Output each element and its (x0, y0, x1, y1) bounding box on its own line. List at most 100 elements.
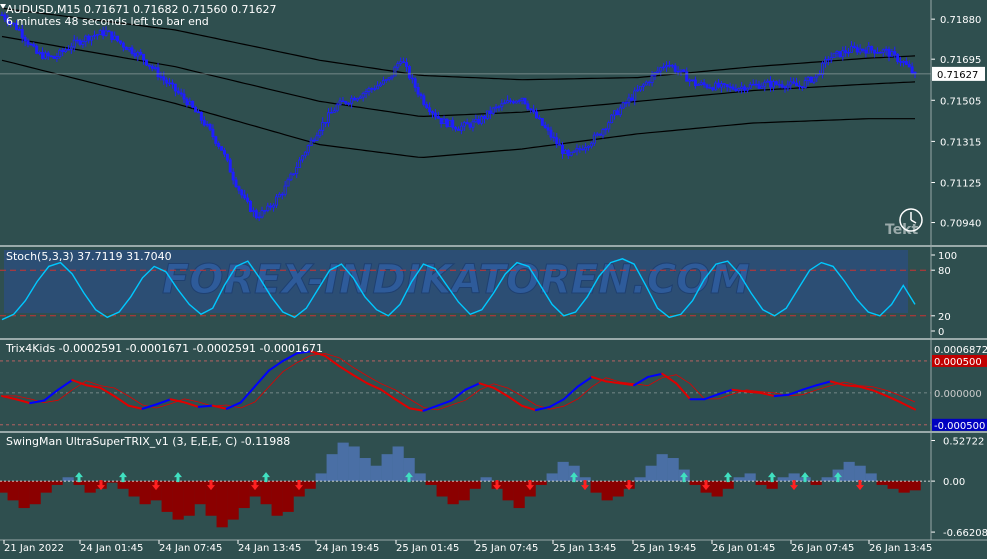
trix-main-segment (815, 380, 832, 387)
candle (809, 76, 813, 84)
candle-body (58, 49, 62, 57)
candle-body (884, 48, 888, 51)
candle-body (471, 121, 475, 128)
candle-body (774, 81, 778, 85)
histogram-bar (18, 481, 30, 509)
stochastic-axis-label: 80 (938, 266, 951, 277)
candle-body (650, 74, 654, 83)
swingman-axis: 0.52722 0.00 -0.66208 (931, 437, 987, 539)
candle-body (413, 78, 417, 88)
candle-body (402, 61, 406, 63)
candle-body (286, 179, 290, 187)
histogram-bar (810, 481, 822, 485)
candle-body (367, 88, 371, 92)
arrow-up-icon (174, 472, 182, 483)
trix-main-segment (731, 388, 748, 393)
swingman-axis-label: 0.00 (943, 477, 965, 488)
arrow-down-icon (581, 480, 589, 491)
candle-body (572, 150, 576, 153)
time-axis[interactable]: 21 Jan 2022 24 Jan 01:45 24 Jan 07:45 24 Ja… (3, 540, 932, 554)
stochastic-axis-label: 0 (938, 327, 944, 338)
histogram-bar (634, 477, 646, 482)
stochastic-axis-label: 100 (938, 251, 957, 262)
candle-body (240, 189, 244, 196)
histogram-bar (909, 481, 921, 491)
candle-body (636, 89, 640, 92)
histogram-bar (447, 481, 459, 505)
trix-main-segment (380, 388, 397, 401)
histogram-bar (0, 481, 8, 493)
histogram-bar (722, 481, 734, 489)
candle-body (841, 50, 845, 58)
histogram-bar (62, 477, 74, 482)
candle-body (312, 139, 316, 142)
candle-body (43, 52, 47, 59)
time-axis-label: 25 Jan 13:45 (553, 543, 616, 554)
trix-main-segment (548, 398, 565, 408)
candle-body (569, 151, 573, 156)
candle-body (133, 53, 137, 57)
candle-body (153, 67, 157, 69)
candle-body (581, 148, 585, 151)
candle-body (535, 111, 539, 119)
candle-body (387, 77, 391, 80)
candle-body (665, 65, 669, 68)
candle-body (613, 110, 617, 116)
price-axis-label: 0.71695 (940, 55, 981, 66)
candle-body (211, 128, 215, 138)
histogram-bar (546, 473, 558, 482)
candle-body (546, 127, 550, 131)
candle (832, 52, 836, 58)
trix-main-segment (885, 395, 902, 404)
candle-body (399, 61, 403, 64)
histogram-bar (370, 465, 382, 482)
swingman-axis-label: 0.52722 (943, 437, 984, 448)
candle-body (277, 193, 281, 198)
candle-body (699, 82, 703, 85)
arrow-up-icon (768, 472, 776, 483)
candle (621, 101, 625, 109)
swingman-pane: 0.52722 0.00 -0.66208 SwingMan UltraSuperT… (0, 435, 987, 539)
candle-body (35, 45, 39, 54)
histogram-bar (535, 481, 547, 485)
histogram-bar (656, 454, 668, 482)
candle-body (832, 52, 836, 58)
candle-body (511, 101, 515, 104)
candle-body (306, 145, 310, 153)
histogram-bar (304, 481, 316, 489)
candle-body (890, 51, 894, 57)
histogram-bar (480, 477, 492, 482)
time-axis-label: 21 Jan 2022 (4, 543, 64, 554)
candle-body (514, 100, 518, 104)
candle (52, 55, 56, 59)
trix-axis-label: -0.000500 (934, 421, 985, 432)
candle-body (81, 41, 85, 45)
candle-body (803, 80, 807, 89)
candle-body (737, 88, 741, 92)
candle-body (691, 79, 695, 82)
candle-body (815, 73, 819, 78)
candle-body (717, 82, 721, 88)
trix-main-segment (492, 386, 509, 398)
candle-body (587, 145, 591, 148)
histogram-bar (557, 461, 569, 482)
candle-body (220, 146, 224, 151)
trix-title: Trix4Kids -0.0002591 -0.0001671 -0.00025… (5, 342, 323, 355)
candle (572, 150, 576, 153)
candle-body (298, 159, 302, 168)
trix-main-segment (155, 398, 172, 406)
candle-body (376, 85, 380, 90)
price-axis: 0.71880 0.71695 0.71505 0.71315 0.71125 0.709… (931, 15, 985, 230)
candle-body (243, 194, 247, 199)
candle-body (601, 129, 605, 136)
histogram-bar (139, 481, 151, 505)
histogram-bar (590, 481, 602, 493)
time-axis-label: 25 Jan 01:45 (396, 543, 459, 554)
candle-body (685, 71, 689, 82)
candle-body (509, 100, 513, 102)
histogram-bar (326, 454, 338, 482)
trix-axis-label: 0.0006872 (934, 345, 987, 356)
candle-body (529, 108, 533, 111)
candle-body (575, 148, 579, 152)
candle-body (809, 76, 813, 83)
